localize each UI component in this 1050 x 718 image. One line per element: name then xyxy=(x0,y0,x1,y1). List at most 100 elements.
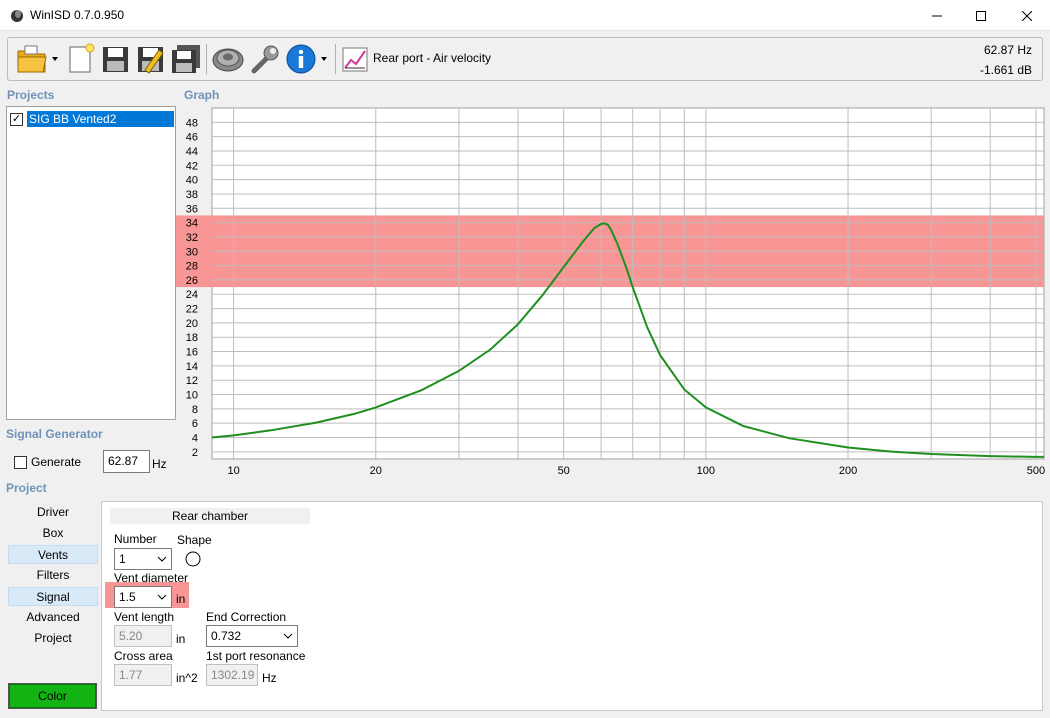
vent-length-field: 5.20 xyxy=(114,625,172,647)
save-as-icon xyxy=(138,47,164,74)
project-item-label[interactable]: SIG BB Vented2 xyxy=(27,111,174,127)
app-logo-icon xyxy=(9,7,25,23)
number-label: Number xyxy=(114,532,157,546)
y-tick-label: 48 xyxy=(186,117,198,129)
frequency-readout: 62.87 Hz xyxy=(983,43,1032,57)
y-tick-label: 40 xyxy=(186,175,198,187)
generate-checkbox[interactable] xyxy=(14,455,27,469)
x-tick-label: 10 xyxy=(227,465,239,477)
nav-item-advanced[interactable]: Advanced xyxy=(8,608,98,627)
vent-length-unit: in xyxy=(176,632,186,646)
y-tick-label: 46 xyxy=(186,132,198,144)
y-tick-label: 16 xyxy=(186,347,198,359)
generate-label: Generate xyxy=(31,455,82,469)
nav-item-driver[interactable]: Driver xyxy=(8,503,98,522)
number-value: 1 xyxy=(119,552,126,566)
signal-frequency-input[interactable]: 62.87 xyxy=(103,450,150,473)
chevron-down-icon xyxy=(283,633,293,639)
tools-button[interactable] xyxy=(248,42,282,76)
nav-item-box[interactable]: Box xyxy=(8,524,98,543)
close-button[interactable] xyxy=(1004,0,1050,31)
port-resonance-unit: Hz xyxy=(262,671,277,685)
close-icon xyxy=(1022,10,1032,21)
x-tick-label: 500 xyxy=(1027,465,1045,477)
vent-diameter-unit: in xyxy=(176,592,186,606)
vent-diameter-label: Vent diameter xyxy=(114,571,189,585)
port-resonance-label: 1st port resonance xyxy=(206,649,306,663)
nav-item-project[interactable]: Project xyxy=(8,629,98,648)
vent-diameter-select[interactable]: 1.5 xyxy=(114,586,172,608)
cross-area-label: Cross area xyxy=(114,649,173,663)
maximize-icon xyxy=(976,10,986,21)
wrench-icon xyxy=(251,45,279,74)
speaker-driver-icon xyxy=(212,48,244,72)
generate-toggle[interactable]: Generate xyxy=(14,455,81,469)
y-tick-label: 38 xyxy=(186,189,198,201)
end-correction-value: 0.732 xyxy=(211,629,242,643)
y-tick-label: 26 xyxy=(186,275,198,287)
save-as-button[interactable] xyxy=(134,42,166,76)
window-title: WinISD 0.7.0.950 xyxy=(30,8,125,22)
info-button[interactable] xyxy=(284,42,332,76)
maximize-button[interactable] xyxy=(958,0,1004,31)
y-tick-label: 4 xyxy=(192,433,198,445)
nav-item-signal[interactable]: Signal xyxy=(8,587,98,606)
x-tick-label: 100 xyxy=(697,465,715,477)
y-tick-label: 30 xyxy=(186,246,198,258)
save-all-button[interactable] xyxy=(169,42,203,76)
signal-generator-header: Signal Generator xyxy=(6,427,103,441)
y-tick-label: 32 xyxy=(186,232,198,244)
new-button[interactable] xyxy=(64,42,96,76)
vents-panel: Rear chamber Number 1 Shape Vent diamete… xyxy=(101,501,1043,711)
nav-item-vents[interactable]: Vents xyxy=(8,545,98,564)
open-folder-icon xyxy=(17,45,58,73)
y-tick-label: 44 xyxy=(186,146,198,158)
y-tick-label: 18 xyxy=(186,332,198,344)
chevron-down-icon xyxy=(157,594,167,600)
save-all-icon xyxy=(172,45,200,73)
port-resonance-field: 1302.19 xyxy=(206,664,258,686)
x-tick-label: 20 xyxy=(370,465,382,477)
open-button[interactable] xyxy=(14,42,60,76)
vent-diameter-value: 1.5 xyxy=(119,590,136,604)
y-tick-label: 6 xyxy=(192,418,198,430)
nav-item-filters[interactable]: Filters xyxy=(8,566,98,585)
y-tick-label: 36 xyxy=(186,203,198,215)
y-tick-label: 28 xyxy=(186,261,198,273)
rear-chamber-header: Rear chamber xyxy=(110,508,310,524)
cross-area-field: 1.77 xyxy=(114,664,172,686)
info-icon xyxy=(286,44,327,74)
project-header: Project xyxy=(6,481,47,495)
project-checkbox[interactable]: ✓ xyxy=(10,112,23,126)
project-item[interactable]: ✓ SIG BB Vented2 xyxy=(10,111,174,127)
save-button[interactable] xyxy=(99,42,131,76)
toolbar: Rear port - Air velocity 62.87 Hz -1.661… xyxy=(7,37,1043,81)
toolbar-separator xyxy=(335,44,336,74)
end-correction-select[interactable]: 0.732 xyxy=(206,625,298,647)
y-tick-label: 8 xyxy=(192,404,198,416)
new-document-icon xyxy=(69,43,95,73)
end-correction-label: End Correction xyxy=(206,610,287,624)
minimize-button[interactable] xyxy=(914,0,960,31)
graph-select-button[interactable] xyxy=(339,42,371,76)
chevron-down-icon xyxy=(157,556,167,562)
cross-area-unit: in^2 xyxy=(176,671,198,685)
y-tick-label: 34 xyxy=(186,218,198,230)
x-tick-label: 200 xyxy=(839,465,857,477)
driver-editor-button[interactable] xyxy=(210,42,246,76)
y-tick-label: 12 xyxy=(186,375,198,387)
minimize-icon xyxy=(932,15,942,16)
number-select[interactable]: 1 xyxy=(114,548,172,570)
air-velocity-graph[interactable]: 2468101214161820222426283032343638404244… xyxy=(176,106,1046,478)
y-tick-label: 20 xyxy=(186,318,198,330)
color-button[interactable]: Color xyxy=(8,683,97,709)
y-tick-label: 22 xyxy=(186,304,198,316)
y-tick-label: 42 xyxy=(186,160,198,172)
level-readout: -1.661 dB xyxy=(979,63,1032,77)
y-tick-label: 24 xyxy=(186,289,198,301)
y-tick-label: 14 xyxy=(186,361,198,373)
graph-chart-icon xyxy=(342,47,368,72)
y-tick-label: 2 xyxy=(192,447,198,459)
graph-title-label: Rear port - Air velocity xyxy=(373,51,492,65)
circular-shape-icon[interactable] xyxy=(185,551,201,567)
